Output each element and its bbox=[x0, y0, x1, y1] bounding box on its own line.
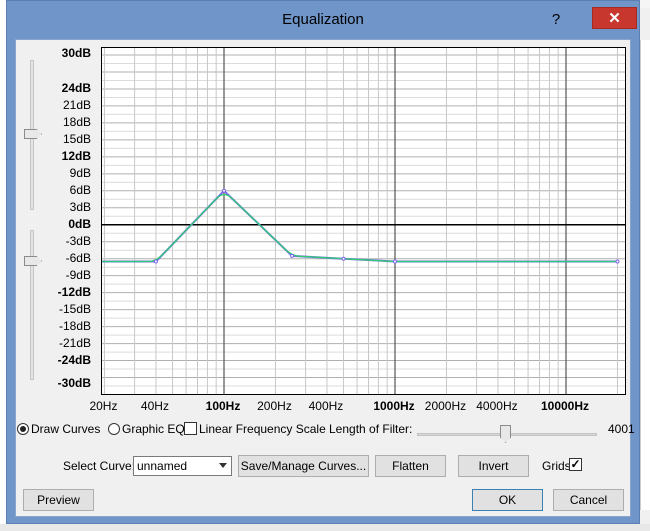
frequency-tick-label: 2000Hz bbox=[424, 399, 467, 413]
slider-thumb[interactable] bbox=[500, 425, 511, 443]
cancel-button[interactable]: Cancel bbox=[553, 489, 624, 511]
db-tick-label: 3dB bbox=[69, 199, 91, 214]
frequency-tick-label: 10000Hz bbox=[540, 399, 590, 413]
flatten-button[interactable]: Flatten bbox=[375, 455, 446, 477]
save-manage-curves-button[interactable]: Save/Manage Curves... bbox=[238, 455, 369, 477]
background-right-strip bbox=[640, 40, 650, 510]
title-bar[interactable]: Equalization ? ✕ bbox=[7, 1, 639, 39]
db-tick-label: -3dB bbox=[65, 233, 91, 248]
filter-length-label: Length of Filter: bbox=[329, 422, 413, 436]
db-tick-label: -21dB bbox=[58, 335, 91, 350]
frequency-tick-label: 400Hz bbox=[308, 399, 344, 413]
db-tick-label: 21dB bbox=[62, 97, 91, 112]
select-curve-value: unnamed bbox=[137, 459, 188, 473]
draw-curves-radio[interactable] bbox=[17, 423, 29, 435]
invert-button[interactable]: Invert bbox=[458, 455, 529, 477]
frequency-tick-label: 20Hz bbox=[89, 399, 118, 413]
db-tick-label: -24dB bbox=[57, 352, 91, 367]
frequency-tick-label: 40Hz bbox=[140, 399, 169, 413]
db-tick-label: 6dB bbox=[69, 182, 91, 197]
select-curve-label: Select Curve: bbox=[63, 459, 136, 473]
frequency-tick-label: 4000Hz bbox=[476, 399, 518, 413]
db-tick-label: 24dB bbox=[61, 80, 91, 95]
draw-curves-label[interactable]: Draw Curves bbox=[31, 422, 100, 436]
gain-range-top-slider[interactable] bbox=[24, 60, 42, 210]
preview-button[interactable]: Preview bbox=[23, 489, 94, 511]
select-curve-dropdown[interactable]: unnamed bbox=[133, 456, 232, 476]
curve-control-point bbox=[341, 256, 346, 261]
db-tick-label: 9dB bbox=[69, 165, 91, 180]
slider-track bbox=[30, 230, 34, 380]
db-tick-label: 18dB bbox=[62, 114, 91, 129]
curve-control-point bbox=[393, 259, 397, 264]
db-tick-label: -12dB bbox=[57, 284, 91, 299]
linear-frequency-checkbox[interactable] bbox=[184, 422, 197, 435]
background-bottom-strip bbox=[0, 524, 650, 531]
curve-control-point bbox=[222, 188, 226, 193]
curve-control-point bbox=[153, 259, 158, 264]
graphic-eq-radio[interactable] bbox=[108, 423, 120, 435]
frequency-tick-label: 100Hz bbox=[205, 399, 241, 413]
db-tick-label: -18dB bbox=[58, 318, 91, 333]
db-tick-label: -15dB bbox=[58, 301, 91, 316]
db-tick-label: 15dB bbox=[62, 131, 91, 146]
chevron-down-icon bbox=[219, 463, 227, 468]
close-button[interactable]: ✕ bbox=[592, 7, 637, 29]
db-tick-label: -30dB bbox=[57, 376, 91, 390]
grids-checkbox[interactable]: ✓ bbox=[569, 458, 582, 471]
db-tick-label: -9dB bbox=[65, 267, 91, 282]
frequency-tick-label: 1000Hz bbox=[373, 399, 415, 413]
grids-label[interactable]: Grids bbox=[542, 459, 571, 473]
curve-control-point bbox=[615, 259, 620, 264]
graphic-eq-label[interactable]: Graphic EQ bbox=[122, 422, 185, 436]
ok-button[interactable]: OK bbox=[472, 489, 543, 511]
frequency-tick-label: 200Hz bbox=[257, 399, 292, 413]
linear-frequency-label[interactable]: Linear Frequency Scale bbox=[199, 422, 326, 436]
db-tick-label: 30dB bbox=[61, 46, 91, 60]
db-tick-label: -6dB bbox=[65, 250, 91, 265]
gain-range-bottom-slider[interactable] bbox=[24, 230, 42, 380]
filter-length-slider[interactable] bbox=[417, 425, 597, 445]
db-tick-label: 12dB bbox=[61, 148, 91, 163]
help-button[interactable]: ? bbox=[543, 9, 569, 31]
eq-curve-line bbox=[102, 189, 618, 263]
equalization-curve-plot[interactable] bbox=[101, 47, 626, 395]
plot-svg[interactable] bbox=[102, 48, 626, 395]
db-tick-label: 0dB bbox=[68, 216, 91, 231]
filter-length-value: 4001 bbox=[608, 422, 635, 436]
curve-control-point bbox=[290, 253, 295, 258]
